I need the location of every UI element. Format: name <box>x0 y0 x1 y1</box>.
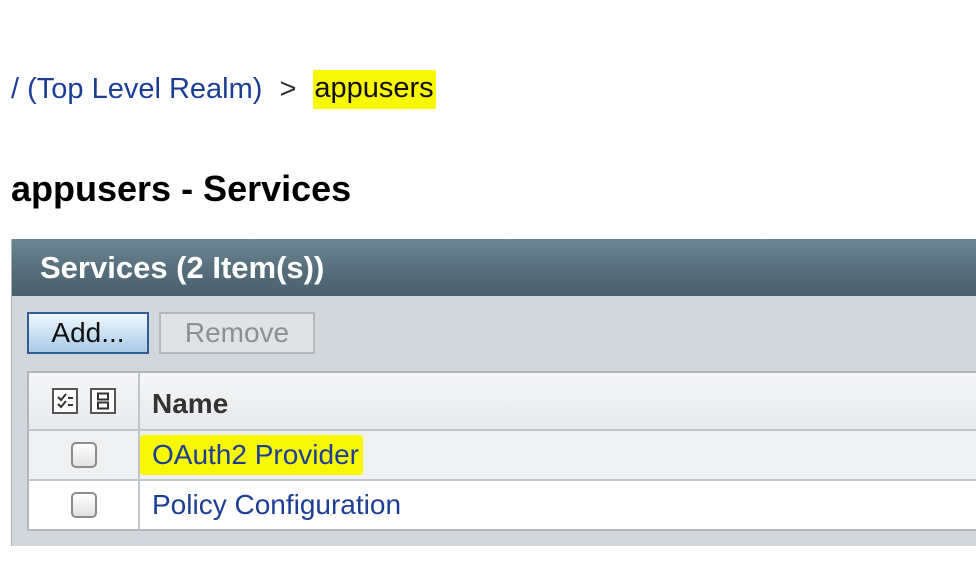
row-checkbox[interactable] <box>70 492 97 518</box>
services-toolbar: Add... Remove <box>27 312 315 354</box>
services-panel: Services (2 Item(s)) Add... Remove Name … <box>11 239 976 546</box>
remove-button[interactable]: Remove <box>159 312 315 354</box>
service-name-cell: Policy Configuration <box>140 481 976 529</box>
row-checkbox[interactable] <box>70 442 97 468</box>
breadcrumb-separator: > <box>279 72 297 105</box>
name-column-header[interactable]: Name <box>140 373 976 429</box>
page-title: appusers - Services <box>11 168 352 209</box>
service-name-cell: OAuth2 Provider <box>140 431 976 479</box>
deselect-all-icon[interactable] <box>89 388 116 414</box>
services-panel-header: Services (2 Item(s)) <box>12 239 976 296</box>
selection-header-cell <box>29 373 140 429</box>
service-link[interactable]: OAuth2 Provider <box>140 435 363 475</box>
row-select-cell <box>29 481 140 529</box>
breadcrumb-root-link[interactable]: / (Top Level Realm) <box>11 73 262 106</box>
select-all-icon[interactable] <box>51 388 78 414</box>
row-select-cell <box>29 431 140 479</box>
table-header-row: Name <box>29 373 976 429</box>
table-row: OAuth2 Provider <box>29 429 976 479</box>
table-row: Policy Configuration <box>29 479 976 529</box>
service-link[interactable]: Policy Configuration <box>152 489 401 521</box>
breadcrumb: / (Top Level Realm) > appusers <box>11 69 436 109</box>
services-table: Name OAuth2 Provider Policy Configuratio… <box>27 371 976 531</box>
breadcrumb-current: appusers <box>313 69 436 109</box>
add-button[interactable]: Add... <box>27 312 149 354</box>
